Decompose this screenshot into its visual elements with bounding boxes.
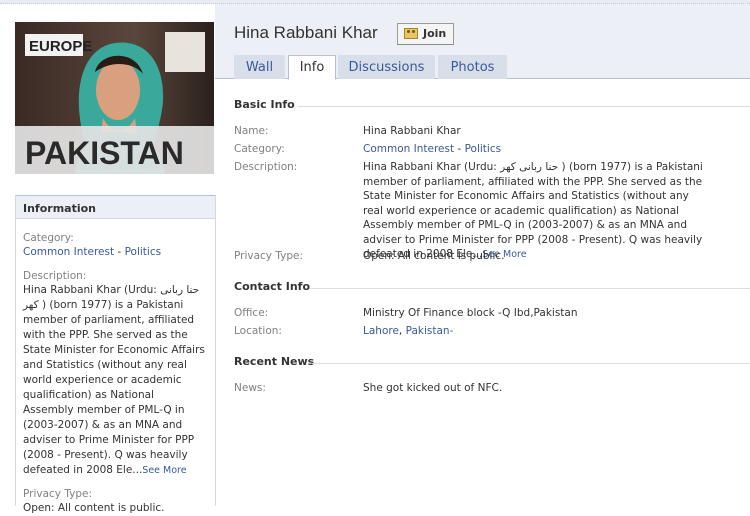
recent-news-divider (312, 363, 750, 364)
tab-photos[interactable]: Photos (438, 55, 507, 79)
sidebar-heading: Information (16, 195, 215, 219)
category-label: Category: (234, 143, 285, 155)
basic-info-heading: Basic Info (234, 98, 295, 111)
category-link-common-interest[interactable]: Common Interest (363, 143, 454, 155)
description: Hina Rabbani Khar (Urdu: حنا ربانی کھر )… (363, 160, 708, 263)
privacy-value: Open: All content is public. (363, 250, 505, 262)
location-country-link[interactable]: Pakistan (406, 325, 450, 337)
location-value: Lahore, Pakistan- (363, 325, 453, 337)
sidebar-category-label: Category: (23, 232, 74, 244)
sidebar-description-label: Description: (23, 270, 87, 282)
sidebar-see-more-link[interactable]: See More (142, 465, 186, 476)
tab-info[interactable]: Info (288, 55, 336, 80)
description-text: Hina Rabbani Khar (Urdu: حنا ربانی کھر )… (363, 161, 703, 260)
location-label: Location: (234, 325, 282, 337)
sidebar-privacy-label: Privacy Type: (23, 488, 93, 500)
sidebar-category-value: Common Interest - Politics (23, 245, 207, 260)
category-separator: - (454, 143, 465, 155)
sidebar-description: Hina Rabbani Khar (Urdu: حنا ربانی کھر )… (23, 283, 207, 478)
name-value: Hina Rabbani Khar (363, 125, 461, 137)
profile-photo-image: EUROPE PAKISTAN (15, 22, 214, 174)
sidebar-category-separator: - (114, 246, 125, 258)
sidebar-category-link-common-interest[interactable]: Common Interest (23, 246, 114, 258)
news-value: She got kicked out of NFC. (363, 382, 503, 394)
group-icon (404, 28, 418, 39)
office-value: Ministry Of Finance block -Q Ibd,Pakista… (363, 307, 578, 319)
category-value: Common Interest - Politics (363, 143, 501, 155)
join-button-label: Join (423, 27, 447, 40)
office-label: Office: (234, 307, 269, 319)
profile-photo[interactable]: EUROPE PAKISTAN (15, 22, 214, 174)
news-label: News: (234, 382, 266, 394)
recent-news-heading: Recent News (234, 355, 315, 368)
photo-sign-pakistan: PAKISTAN (25, 135, 184, 171)
contact-info-heading: Contact Info (234, 280, 311, 293)
description-label: Description: (234, 161, 298, 173)
location-suffix[interactable]: - (450, 325, 454, 337)
category-link-politics[interactable]: Politics (465, 143, 502, 155)
name-label: Name: (234, 125, 269, 137)
tab-discussions[interactable]: Discussions (338, 55, 435, 79)
page-title: Hina Rabbani Khar (234, 23, 378, 42)
sidebar-category-link-politics[interactable]: Politics (125, 246, 162, 258)
join-button[interactable]: Join (397, 23, 454, 45)
sidebar-information-box: Information Category: Common Interest - … (15, 195, 216, 514)
location-separator: , (398, 325, 406, 337)
privacy-label: Privacy Type: (234, 250, 304, 262)
basic-info-divider (298, 106, 750, 107)
tab-wall[interactable]: Wall (234, 55, 285, 79)
contact-info-divider (310, 288, 750, 289)
sidebar-privacy-value: Open: All content is public. (23, 502, 165, 514)
location-city-link[interactable]: Lahore (363, 325, 399, 337)
sidebar-description-text: Hina Rabbani Khar (Urdu: حنا ربانی کھر )… (23, 284, 205, 476)
photo-sign-europe: EUROPE (29, 38, 92, 55)
